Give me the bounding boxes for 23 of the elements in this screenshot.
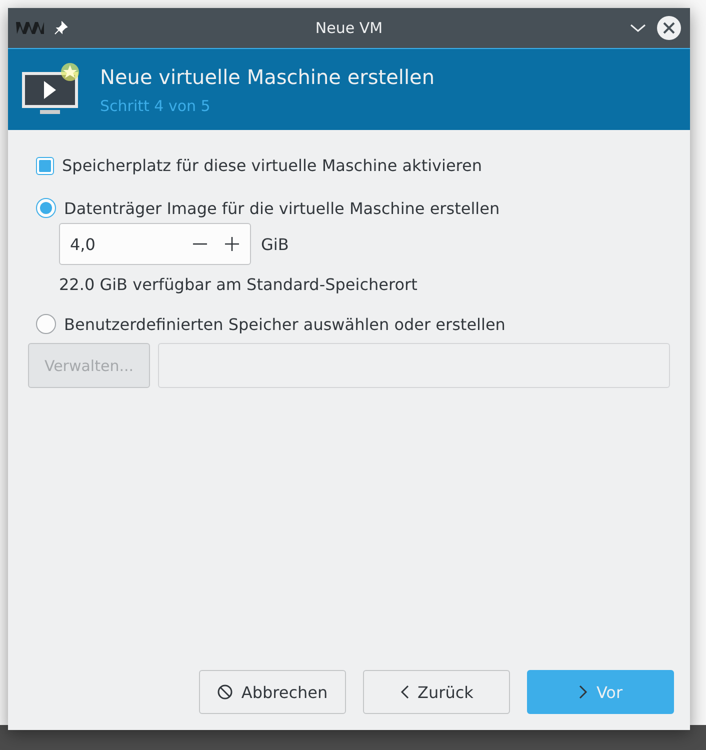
- chevron-down-icon[interactable]: [630, 23, 646, 33]
- cancel-icon: [217, 684, 234, 700]
- step-indicator: Schritt 4 von 5: [100, 96, 212, 114]
- close-icon[interactable]: [656, 15, 682, 41]
- back-button[interactable]: Zurück: [363, 670, 510, 714]
- app-logo-icon: [16, 21, 44, 35]
- header-title: Neue virtuelle Maschine erstellen: [100, 64, 435, 88]
- available-space-text: 22.0 GiB verfügbar am Standard-Speicherort: [59, 275, 418, 294]
- plus-icon[interactable]: [224, 236, 240, 252]
- checkbox[interactable]: [36, 156, 54, 174]
- chevron-right-icon: [578, 684, 588, 700]
- pin-icon[interactable]: [54, 21, 68, 35]
- radio-label: Datenträger Image für die virtuelle Maschine erstellen: [64, 198, 500, 218]
- radio-button[interactable]: [36, 314, 56, 334]
- cancel-button[interactable]: Abbrechen: [199, 670, 346, 714]
- radio-label: Benutzerdefinierten Speicher auswählen oder erstellen: [64, 314, 506, 334]
- radio-button[interactable]: [36, 198, 56, 218]
- size-spinbox[interactable]: 4,0: [59, 223, 251, 265]
- checkbox-label: Speicherplatz für diese virtuelle Maschine aktivieren: [62, 156, 482, 175]
- window-title: Neue VM: [314, 19, 384, 37]
- path-field[interactable]: [158, 343, 670, 388]
- chevron-left-icon: [400, 684, 410, 700]
- unit-label: GiB: [261, 234, 289, 254]
